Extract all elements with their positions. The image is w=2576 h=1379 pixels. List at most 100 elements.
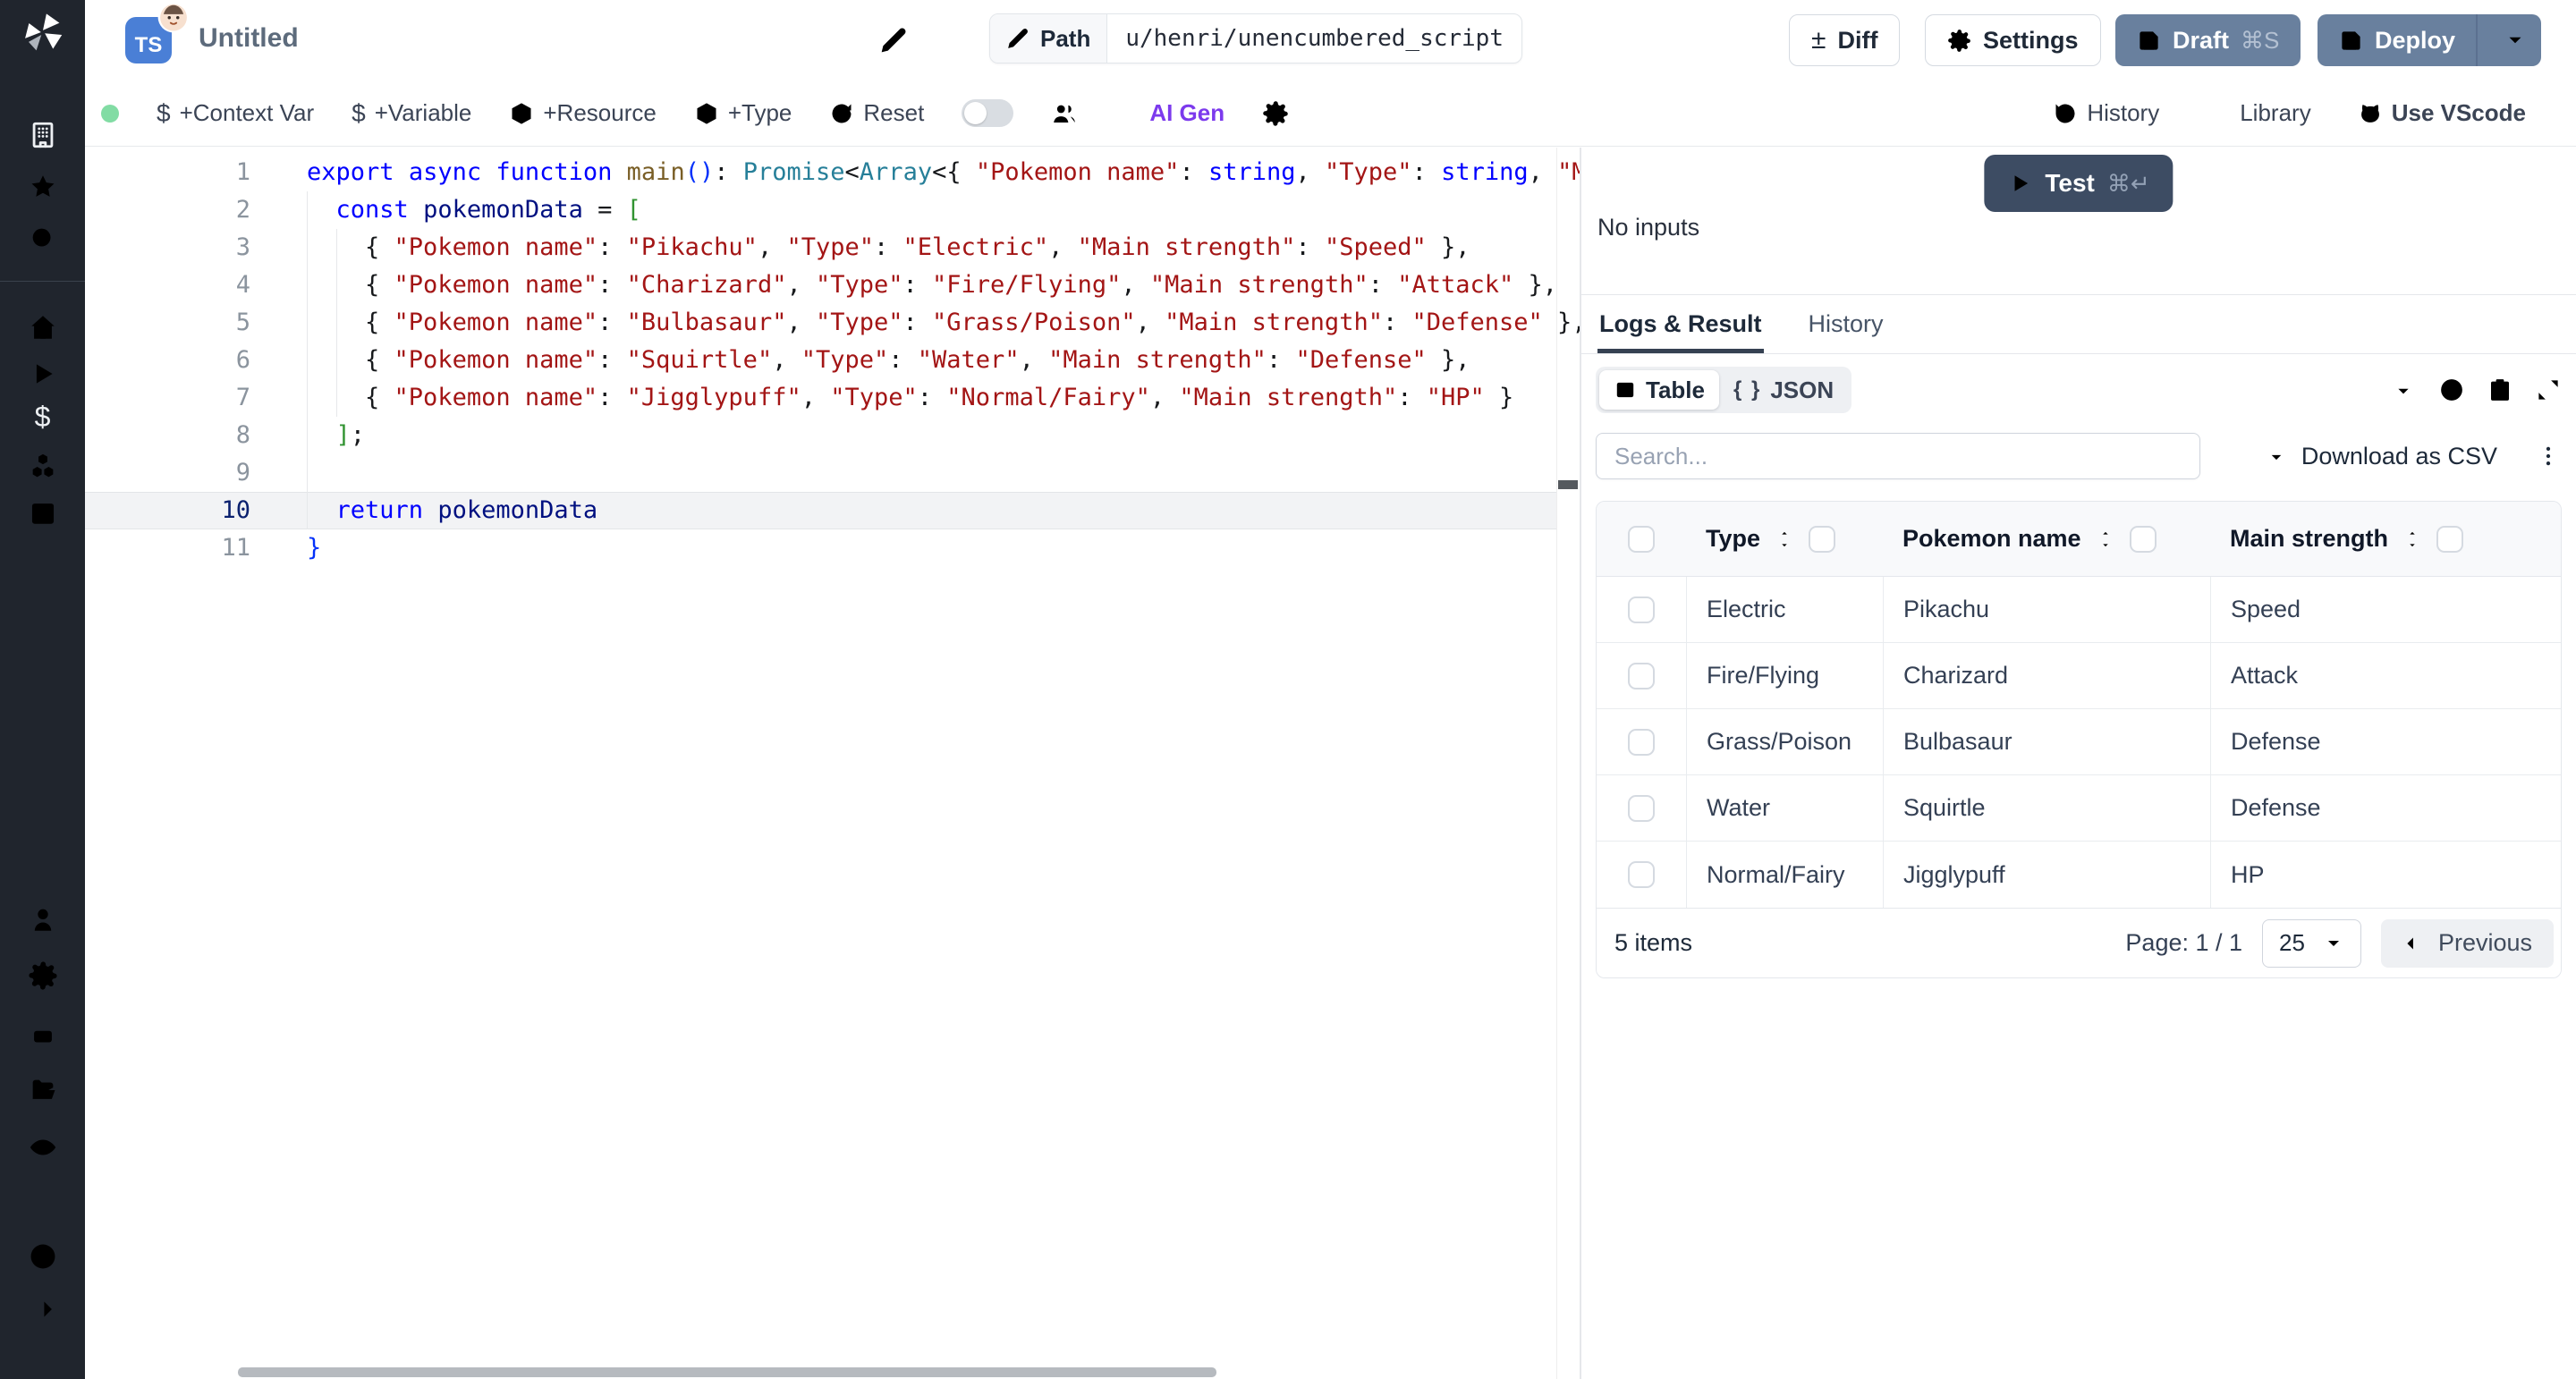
row-checkbox[interactable] — [1628, 596, 1655, 623]
column-filter-checkbox[interactable] — [1809, 526, 1835, 553]
row-checkbox[interactable] — [1628, 795, 1655, 822]
previous-page-button[interactable]: Previous — [2381, 919, 2554, 968]
row-checkbox[interactable] — [1628, 861, 1655, 888]
save-icon — [2137, 29, 2161, 53]
info-icon[interactable] — [2438, 376, 2465, 403]
table-row[interactable]: Normal/FairyJigglypuffHP — [1597, 842, 2561, 908]
download-result-icon[interactable] — [2390, 376, 2417, 403]
resources-boxes-icon[interactable] — [28, 452, 58, 482]
schedules-calendar-icon[interactable] — [28, 497, 58, 528]
ai-gen-button[interactable]: AI Gen — [1115, 99, 1224, 127]
sort-icon[interactable] — [2094, 528, 2117, 551]
windmill-logo-icon[interactable] — [20, 9, 66, 55]
table-cell: Water — [1686, 775, 1883, 841]
code-editor[interactable]: 1export async function main(): Promise<A… — [85, 148, 1580, 1379]
column-filter-checkbox[interactable] — [2130, 526, 2157, 553]
workspace-building-icon[interactable] — [28, 120, 58, 150]
path-field[interactable]: Path u/henri/unencumbered_script — [989, 13, 1522, 63]
folders-icon[interactable] — [28, 1075, 58, 1105]
code-line[interactable]: 10 return pokemonData — [85, 492, 1556, 529]
sort-icon[interactable] — [1773, 528, 1796, 551]
library-button[interactable]: Library — [2206, 99, 2310, 127]
page-size-select[interactable]: 25 — [2262, 919, 2361, 968]
code-line[interactable]: 6 { "Pokemon name": "Squirtle", "Type": … — [85, 342, 1556, 379]
column-filter-checkbox[interactable] — [2436, 526, 2463, 553]
table-cell: Jigglypuff — [1883, 842, 2210, 908]
download-csv-button[interactable]: Download as CSV — [2264, 443, 2497, 470]
use-vscode-button[interactable]: Use VScode — [2358, 99, 2526, 127]
path-value[interactable]: u/henri/unencumbered_script — [1107, 14, 1521, 63]
add-variable-label: +Variable — [375, 99, 472, 127]
code-line[interactable]: 9 — [85, 454, 1556, 492]
deploy-button[interactable]: Deploy — [2318, 14, 2541, 66]
code-line-text: } — [250, 529, 321, 567]
code-line[interactable]: 4 { "Pokemon name": "Charizard", "Type":… — [85, 266, 1556, 304]
sort-icon[interactable] — [2401, 528, 2424, 551]
runs-play-icon[interactable] — [28, 359, 58, 389]
line-number: 8 — [85, 417, 250, 454]
settings-gear-icon[interactable] — [28, 960, 58, 991]
code-line[interactable]: 3 { "Pokemon name": "Pikachu", "Type": "… — [85, 229, 1556, 266]
code-line-text: ]; — [250, 417, 365, 454]
code-line[interactable]: 11} — [85, 529, 1556, 567]
diff-button[interactable]: ± Diff — [1789, 14, 1900, 66]
user-icon[interactable] — [28, 904, 58, 935]
code-line[interactable]: 8 ]; — [85, 417, 1556, 454]
package-icon — [694, 101, 719, 126]
braces-icon: { } — [1733, 377, 1761, 402]
ai-gen-label: AI Gen — [1149, 99, 1224, 127]
code-line[interactable]: 7 { "Pokemon name": "Jigglypuff", "Type"… — [85, 379, 1556, 417]
script-title[interactable]: Untitled — [199, 23, 299, 54]
add-context-var-button[interactable]: $ +Context Var — [157, 99, 314, 128]
history-button[interactable]: History — [2053, 99, 2159, 127]
settings-button[interactable]: Settings — [1925, 14, 2101, 66]
edit-pencil-icon[interactable] — [879, 26, 908, 55]
variables-dollar-icon[interactable]: $ — [28, 401, 58, 431]
line-number: 6 — [85, 342, 250, 379]
table-cell: Electric — [1686, 577, 1883, 642]
tab-history[interactable]: History — [1807, 295, 1885, 353]
horizontal-scrollbar[interactable] — [238, 1367, 1216, 1377]
chevron-down-icon — [2504, 29, 2527, 52]
deploy-button-label: Deploy — [2375, 27, 2455, 55]
reset-button[interactable]: Reset — [829, 99, 924, 127]
row-checkbox[interactable] — [1628, 663, 1655, 690]
draft-button[interactable]: Draft ⌘S — [2115, 14, 2301, 66]
code-line-text: { "Pokemon name": "Pikachu", "Type": "El… — [250, 229, 1470, 266]
line-number: 5 — [85, 304, 250, 342]
multiplayer-toggle[interactable] — [962, 99, 1013, 127]
expand-sidebar-arrow-icon[interactable] — [28, 1294, 58, 1324]
row-checkbox[interactable] — [1628, 729, 1655, 756]
kebab-menu-icon[interactable] — [2535, 443, 2562, 470]
search-input[interactable] — [1596, 433, 2200, 479]
expand-fullscreen-icon[interactable] — [2535, 376, 2562, 403]
result-table-header-cell[interactable]: Main strength — [2210, 525, 2561, 553]
search-icon[interactable] — [28, 224, 58, 254]
table-row[interactable]: WaterSquirtleDefense — [1597, 775, 2561, 842]
favorites-star-icon[interactable] — [28, 172, 58, 202]
home-icon[interactable] — [28, 312, 58, 343]
add-variable-button[interactable]: $ +Variable — [352, 99, 471, 128]
copy-clipboard-icon[interactable] — [2487, 376, 2513, 403]
code-line[interactable]: 1export async function main(): Promise<A… — [85, 154, 1556, 191]
editor-settings-gear-icon[interactable] — [1262, 100, 1289, 127]
code-line[interactable]: 2 const pokemonData = [ — [85, 191, 1556, 229]
tab-logs-result[interactable]: Logs & Result — [1597, 295, 1764, 353]
result-table-header-cell[interactable]: Pokemon name — [1883, 525, 2210, 553]
row-checkbox-cell — [1597, 775, 1686, 841]
view-table-button[interactable]: Table — [1599, 370, 1719, 410]
table-row[interactable]: Fire/FlyingCharizardAttack — [1597, 643, 2561, 709]
add-type-button[interactable]: +Type — [694, 99, 792, 127]
help-icon[interactable] — [28, 1241, 58, 1272]
table-row[interactable]: ElectricPikachuSpeed — [1597, 577, 2561, 643]
view-json-button[interactable]: { } JSON — [1719, 370, 1848, 410]
test-button[interactable]: Test ⌘↵ — [1984, 155, 2173, 212]
audit-eye-icon[interactable] — [28, 1132, 58, 1163]
add-resource-button[interactable]: +Resource — [509, 99, 656, 127]
select-all-checkbox[interactable] — [1628, 526, 1655, 553]
table-row[interactable]: Grass/PoisonBulbasaurDefense — [1597, 709, 2561, 775]
deploy-dropdown-button[interactable] — [2489, 29, 2541, 52]
workers-robot-icon[interactable] — [28, 1019, 58, 1050]
code-line[interactable]: 5 { "Pokemon name": "Bulbasaur", "Type":… — [85, 304, 1556, 342]
result-table-header-cell[interactable]: Type — [1686, 525, 1883, 553]
